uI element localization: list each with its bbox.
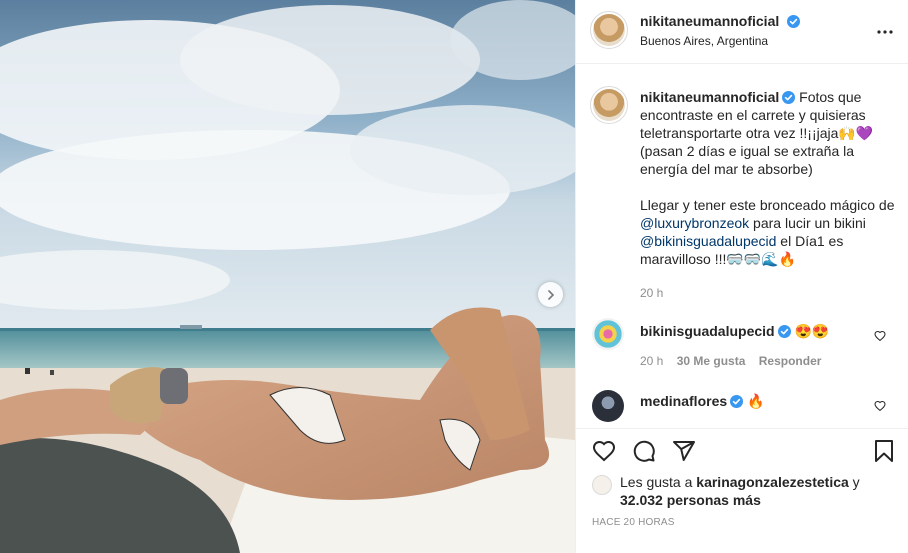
comment-icon[interactable]	[632, 439, 656, 463]
caption-text-tail: (pasan 2 días e igual se extraña la ener…	[640, 143, 855, 177]
more-options-button[interactable]	[875, 22, 895, 42]
mention-link[interactable]: @bikinisguadalupecid	[640, 233, 776, 249]
heart-icon[interactable]	[592, 439, 616, 463]
liker-avatar[interactable]	[592, 475, 612, 495]
commenter-avatar[interactable]	[592, 318, 624, 350]
comment-like-heart-icon[interactable]	[874, 400, 886, 412]
more-icon	[877, 30, 893, 34]
caption-paragraph-1: nikitaneumannoficial Fotos que encontras…	[640, 88, 902, 178]
post-header: nikitaneumannoficial Buenos Aires, Argen…	[576, 0, 908, 64]
caption-username[interactable]: nikitaneumannoficial	[640, 89, 779, 105]
carousel-next-button[interactable]	[538, 282, 563, 307]
author-username[interactable]: nikitaneumannoficial	[640, 13, 779, 29]
comment-text: 😍😍	[794, 323, 830, 339]
comment-item: medinaflores 🔥	[640, 392, 764, 410]
caption-text: Llegar y tener este bronceado mágico de	[640, 197, 895, 213]
verified-icon	[782, 91, 796, 104]
comment-time[interactable]: 20 h	[640, 354, 663, 368]
caption-text: para lucir un bikini	[749, 215, 866, 231]
likes-others-link[interactable]: 32.032 personas más	[620, 492, 761, 508]
post-actions: Les gusta a karinagonzalezestetica y 32.…	[576, 428, 908, 553]
mention-link[interactable]: @luxurybronzeok	[640, 215, 749, 231]
verified-icon	[730, 395, 744, 408]
comment-meta: 20 h 30 Me gusta Responder	[640, 354, 821, 368]
likes-summary: Les gusta a karinagonzalezestetica y 32.…	[620, 473, 890, 509]
caption-time[interactable]: 20 h	[640, 284, 902, 302]
caption-paragraph-2: Llegar y tener este bronceado mágico de …	[640, 196, 902, 268]
caption-emoji: 🙌💜	[838, 125, 874, 141]
post-timestamp[interactable]: HACE 20 HORAS	[592, 517, 675, 528]
verified-icon	[777, 325, 791, 338]
post-side-panel: nikitaneumannoficial Buenos Aires, Argen…	[575, 0, 908, 553]
chevron-right-icon	[547, 289, 554, 300]
comment-likes[interactable]: 30 Me gusta	[677, 354, 746, 368]
comment-text: 🔥	[747, 393, 765, 409]
comment-like-heart-icon[interactable]	[874, 330, 886, 342]
caption-emoji: 🥽🥽🌊🔥	[726, 251, 797, 267]
comment-item: bikinisguadalupecid 😍😍	[640, 322, 829, 340]
likes-prefix: Les gusta a	[620, 474, 697, 490]
author-avatar[interactable]	[593, 14, 625, 46]
beach-photo-image	[0, 0, 575, 553]
commenter-avatar[interactable]	[592, 390, 624, 422]
verified-icon	[786, 15, 800, 28]
likes-mid: y	[848, 474, 860, 490]
post-photo[interactable]	[0, 0, 575, 553]
bookmark-icon[interactable]	[872, 439, 896, 463]
post-caption: nikitaneumannoficial Fotos que encontras…	[640, 88, 902, 302]
comment-username[interactable]: medinaflores	[640, 393, 727, 409]
comment-username[interactable]: bikinisguadalupecid	[640, 323, 775, 339]
comment-reply-button[interactable]: Responder	[759, 354, 822, 368]
caption-avatar[interactable]	[593, 89, 625, 121]
share-icon[interactable]	[672, 439, 696, 463]
post-location[interactable]: Buenos Aires, Argentina	[640, 34, 768, 48]
liker-username[interactable]: karinagonzalezestetica	[696, 474, 849, 490]
